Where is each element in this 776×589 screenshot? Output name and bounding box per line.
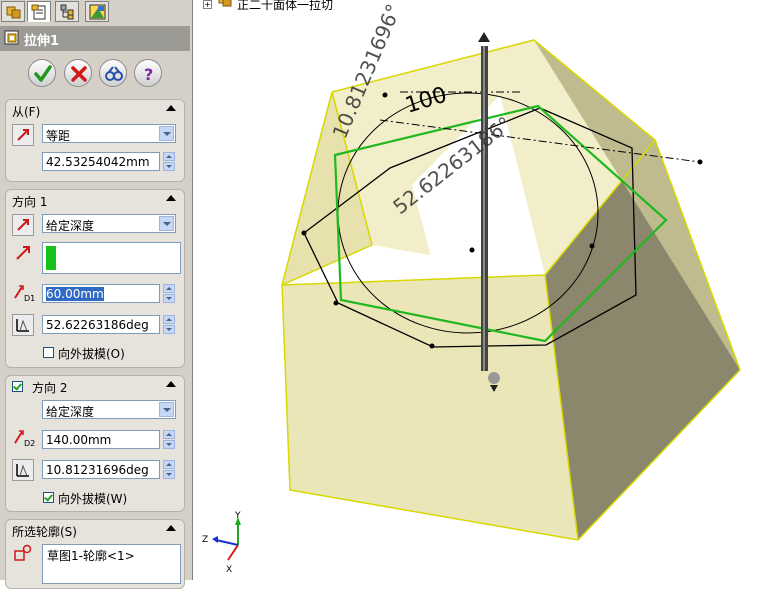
- from-header: 从(F): [12, 105, 41, 119]
- tab-feature-manager[interactable]: [1, 1, 25, 22]
- direction1-depth-stepper[interactable]: [163, 284, 175, 303]
- direction1-end-condition-select[interactable]: 给定深度: [42, 214, 176, 233]
- start-plane-icon: [17, 129, 29, 141]
- tab-property-manager[interactable]: [27, 1, 51, 22]
- direction2-draft-stepper[interactable]: [163, 460, 175, 479]
- direction1-draft-outward-checkbox[interactable]: [43, 347, 54, 358]
- manager-tabs: [0, 0, 192, 24]
- cancel-icon: [71, 66, 87, 82]
- direction2-draft-outward-label: 向外拔模(W): [58, 492, 128, 506]
- cancel-button[interactable]: [64, 59, 92, 87]
- coordinate-triad: Y Z X: [202, 511, 241, 575]
- preview-button[interactable]: [99, 59, 127, 87]
- triad-y-label: Y: [234, 511, 241, 521]
- svg-text:D2: D2: [24, 439, 35, 448]
- svg-text:?: ?: [144, 65, 153, 84]
- draft-icon: [16, 319, 29, 332]
- direction1-draft-angle-value: 52.62263186deg: [46, 318, 149, 332]
- direction1-draft-angle-input[interactable]: 52.62263186deg: [42, 315, 160, 334]
- collapse-icon[interactable]: [166, 525, 176, 531]
- property-manager-panel: 拉伸1 ? 从(F) 等距 42.53254042mm 方向 1 给定深度 D1…: [0, 0, 193, 589]
- ok-icon: [34, 65, 52, 82]
- feature-title: 拉伸1: [24, 34, 60, 49]
- chevron-down-icon[interactable]: [159, 216, 174, 231]
- direction1-header: 方向 1: [12, 195, 48, 209]
- from-condition-icon: [12, 124, 34, 146]
- reverse-direction-icon: [17, 219, 29, 231]
- direction2-depth-value: 140.00mm: [46, 433, 112, 447]
- from-group: 从(F) 等距 42.53254042mm: [5, 99, 185, 182]
- triad-x-label: X: [226, 565, 232, 575]
- from-offset-input[interactable]: 42.53254042mm: [42, 152, 160, 171]
- tab-display-manager[interactable]: [85, 1, 109, 22]
- sketch-contour-icon: [12, 544, 34, 564]
- property-manager-icon: [31, 4, 46, 20]
- help-icon: ?: [144, 65, 153, 84]
- display-manager-icon: [89, 4, 106, 20]
- draft-icon: [16, 464, 29, 477]
- reverse-direction-button[interactable]: [12, 214, 34, 236]
- list-item[interactable]: 草图1-轮廓<1>: [47, 547, 135, 564]
- svg-text:D1: D1: [24, 294, 35, 303]
- feature-manager-icon: [6, 6, 21, 19]
- direction-vector-field[interactable]: [42, 242, 181, 274]
- direction2-end-condition-value: 给定深度: [46, 405, 95, 419]
- direction2-depth-input[interactable]: 140.00mm: [42, 430, 160, 449]
- selected-contours-group: 所选轮廓(S) 草图1-轮廓<1>: [5, 519, 185, 589]
- direction-vector-icon: [14, 244, 32, 262]
- selected-contours-header: 所选轮廓(S): [12, 525, 77, 539]
- depth-icon: D1: [12, 283, 38, 303]
- from-offset-stepper[interactable]: [163, 152, 175, 171]
- direction2-draft-angle-value: 10.81231696deg: [46, 463, 149, 477]
- selected-contours-list[interactable]: 草图1-轮廓<1>: [42, 544, 181, 584]
- direction2-enable-checkbox[interactable]: [12, 381, 23, 392]
- direction2-draft-angle-input[interactable]: 10.81231696deg: [42, 460, 160, 479]
- direction2-depth-stepper[interactable]: [163, 430, 175, 449]
- ok-button[interactable]: [28, 59, 56, 87]
- help-button[interactable]: ?: [134, 59, 162, 87]
- feature-title-bar: 拉伸1: [0, 26, 190, 51]
- from-condition-value: 等距: [46, 129, 71, 143]
- direction1-depth-value: 60.00mm: [46, 287, 104, 301]
- direction1-draft-stepper[interactable]: [163, 315, 175, 334]
- direction2-group: 方向 2 给定深度 D2 140.00mm 10.81231696deg 向外拔…: [5, 375, 185, 512]
- model-view[interactable]: 10.81231696° 100 52.62263186° Y Z X: [200, 0, 776, 580]
- direction1-depth-input[interactable]: 60.00mm: [42, 284, 160, 303]
- direction2-end-condition-select[interactable]: 给定深度: [42, 400, 176, 419]
- direction1-group: 方向 1 给定深度 D1 60.00mm 52.62263186deg 向外拔模…: [5, 189, 185, 368]
- depth-icon: D2: [12, 428, 38, 448]
- direction1-draft-outward-label: 向外拔模(O): [58, 347, 125, 361]
- extrude-cut-icon: [4, 30, 19, 45]
- chevron-down-icon[interactable]: [159, 126, 174, 141]
- direction1-end-condition-value: 给定深度: [46, 219, 95, 233]
- draft-toggle-button[interactable]: [12, 459, 34, 481]
- direction-color-swatch: [46, 246, 56, 270]
- from-offset-value: 42.53254042mm: [46, 155, 150, 169]
- preview-icon: [105, 66, 123, 81]
- tab-configuration-manager[interactable]: [55, 1, 79, 22]
- collapse-icon[interactable]: [166, 381, 176, 387]
- direction2-header: 方向 2: [32, 381, 68, 395]
- triad-z-label: Z: [202, 535, 208, 545]
- direction2-draft-outward-checkbox[interactable]: [43, 492, 54, 503]
- collapse-icon[interactable]: [166, 105, 176, 111]
- from-condition-select[interactable]: 等距: [42, 124, 176, 143]
- draft-toggle-button[interactable]: [12, 314, 34, 336]
- configuration-manager-icon: [60, 4, 74, 20]
- front-face: [282, 275, 578, 540]
- collapse-icon[interactable]: [166, 195, 176, 201]
- chevron-down-icon[interactable]: [159, 402, 174, 417]
- graphics-viewport[interactable]: 10.81231696° 100 52.62263186° Y Z X: [200, 0, 776, 580]
